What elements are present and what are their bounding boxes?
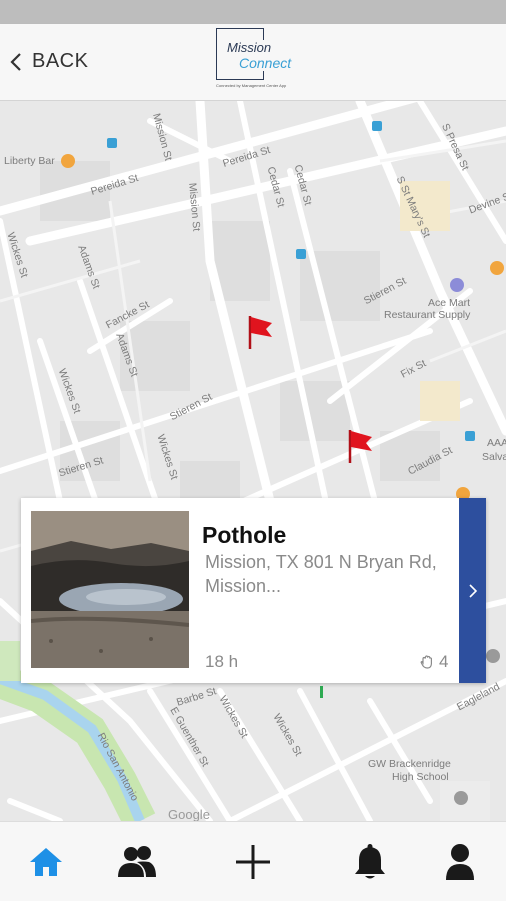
pothole-photo [31, 511, 189, 668]
people-icon [118, 846, 156, 877]
map-label: GW Brackenridge [368, 758, 451, 770]
report-title: Pothole [202, 522, 287, 548]
map-label: Restaurant Supply [384, 309, 471, 321]
bottom-navigation [0, 821, 506, 901]
map-view[interactable]: Liberty Bar Pereida St Pereida St Missio… [0, 101, 506, 821]
app-header: BACK Mission Connect Connected by Manage… [0, 24, 506, 101]
status-bar [0, 0, 506, 24]
open-report-button[interactable] [459, 498, 486, 683]
chevron-right-icon [468, 583, 477, 598]
report-address: Mission, TX 801 N Bryan Rd, Mission... [205, 552, 437, 596]
nav-add-button[interactable] [231, 840, 275, 884]
report-age: 18 h [205, 652, 239, 671]
map-label: Salva [482, 451, 506, 463]
report-card[interactable]: Pothole Mission, TX 801 N Bryan Rd, Miss… [21, 498, 486, 683]
votes-count: 4 [439, 652, 449, 671]
person-icon [446, 844, 474, 880]
nav-profile-button[interactable] [438, 840, 482, 884]
mission-connect-logo: Mission Connect Connected by Management … [216, 28, 306, 98]
logo-text-connect: Connect [238, 55, 293, 71]
back-button[interactable]: BACK [10, 50, 88, 73]
chevron-left-icon [10, 52, 21, 71]
nav-notifications-button[interactable] [348, 840, 392, 884]
map-label: Ace Mart [428, 297, 471, 309]
bell-icon [355, 844, 385, 879]
plus-icon [236, 845, 270, 879]
home-icon [30, 848, 62, 876]
report-votes: 4 [419, 652, 448, 672]
hand-icon [420, 655, 432, 669]
map-label: High School [392, 771, 449, 783]
restaurant-poi-icon [61, 154, 75, 168]
back-label: BACK [32, 50, 89, 72]
logo-tagline: Connected by Management Center App [216, 83, 287, 88]
nav-community-button[interactable] [115, 840, 159, 884]
logo-text-mission: Mission [226, 40, 273, 55]
shopping-poi-icon [450, 278, 464, 292]
map-label: AAA [487, 437, 506, 449]
map-label: Liberty Bar [4, 155, 55, 167]
nav-home-button[interactable] [24, 840, 68, 884]
google-attribution: Google [168, 807, 210, 821]
